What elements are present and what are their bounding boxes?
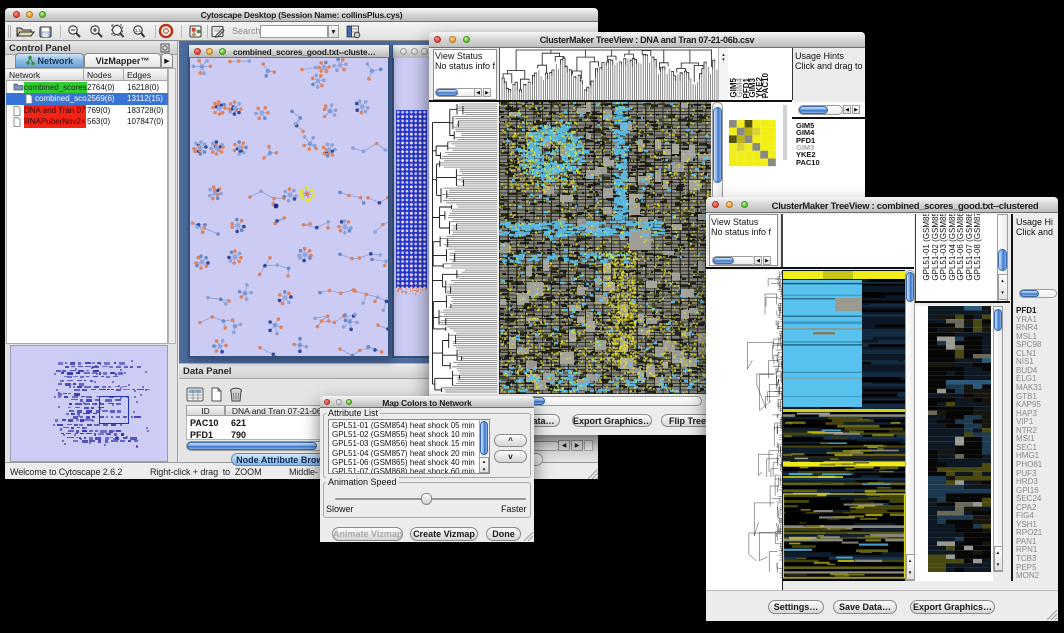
svg-text:Search:: Search: (232, 26, 263, 36)
svg-text:1:1: 1:1 (135, 28, 142, 33)
